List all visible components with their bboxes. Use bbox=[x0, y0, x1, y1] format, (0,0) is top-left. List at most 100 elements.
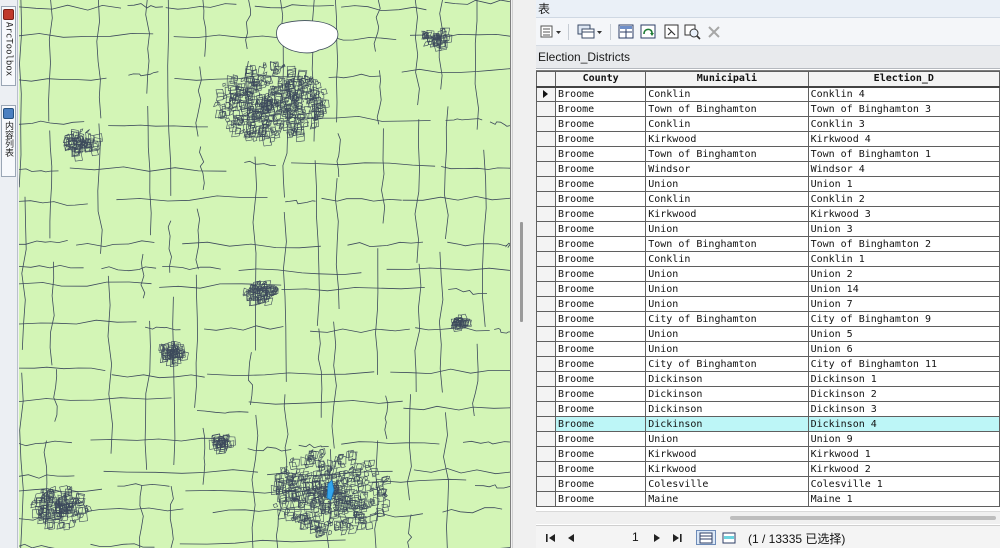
table-row[interactable]: Broome Union Union 9 bbox=[536, 431, 1000, 447]
county-cell[interactable]: Broome bbox=[555, 311, 647, 327]
municipali-cell[interactable]: Town of Binghamton bbox=[645, 146, 809, 162]
election-d-cell[interactable]: Union 1 bbox=[807, 176, 1000, 192]
election-d-cell[interactable]: Conklin 2 bbox=[807, 191, 1000, 207]
county-cell[interactable]: Broome bbox=[555, 131, 647, 147]
table-row[interactable]: Broome Maine Maine 1 bbox=[536, 491, 1000, 507]
municipali-cell[interactable]: Union bbox=[645, 176, 809, 192]
election-d-cell[interactable]: Union 6 bbox=[807, 341, 1000, 357]
row-selector[interactable] bbox=[536, 371, 557, 387]
county-cell[interactable]: Broome bbox=[555, 221, 647, 237]
county-cell[interactable]: Broome bbox=[555, 341, 647, 357]
municipali-cell[interactable]: Conklin bbox=[645, 251, 809, 267]
election-d-cell[interactable]: Kirkwood 4 bbox=[807, 131, 1000, 147]
municipali-cell[interactable]: Colesville bbox=[645, 476, 809, 492]
zoom-to-selected-button[interactable] bbox=[684, 23, 702, 40]
table-row[interactable]: Broome Conklin Conklin 1 bbox=[536, 251, 1000, 267]
column-header-municipali[interactable]: Municipali bbox=[645, 71, 809, 88]
horizontal-scrollbar[interactable] bbox=[536, 511, 1000, 524]
county-cell[interactable]: Broome bbox=[555, 191, 647, 207]
municipali-cell[interactable]: Dickinson bbox=[645, 416, 809, 432]
select-all-corner[interactable] bbox=[536, 71, 557, 88]
county-cell[interactable]: Broome bbox=[555, 251, 647, 267]
election-d-cell[interactable]: Union 14 bbox=[807, 281, 1000, 297]
current-record-number[interactable]: 1 bbox=[632, 530, 642, 544]
table-row[interactable]: Broome Kirkwood Kirkwood 1 bbox=[536, 446, 1000, 462]
election-d-cell[interactable]: Union 2 bbox=[807, 266, 1000, 282]
election-d-cell[interactable]: Colesville 1 bbox=[807, 476, 1000, 492]
table-row[interactable]: Broome Union Union 7 bbox=[536, 296, 1000, 312]
election-d-cell[interactable]: Union 9 bbox=[807, 431, 1000, 447]
election-d-cell[interactable]: Maine 1 bbox=[807, 491, 1000, 507]
election-d-cell[interactable]: Dickinson 4 bbox=[807, 416, 1000, 432]
municipali-cell[interactable]: Maine bbox=[645, 491, 809, 507]
municipali-cell[interactable]: Dickinson bbox=[645, 401, 809, 417]
table-row[interactable]: Broome Union Union 3 bbox=[536, 221, 1000, 237]
municipali-cell[interactable]: Union bbox=[645, 266, 809, 282]
election-d-cell[interactable]: City of Binghamton 11 bbox=[807, 356, 1000, 372]
related-tables-button[interactable] bbox=[576, 23, 604, 40]
election-d-cell[interactable]: Union 7 bbox=[807, 296, 1000, 312]
table-row[interactable]: Broome Conklin Conklin 3 bbox=[536, 116, 1000, 132]
table-row[interactable]: Broome Union Union 1 bbox=[536, 176, 1000, 192]
column-header-election-d[interactable]: Election_D bbox=[807, 71, 1000, 88]
row-selector[interactable] bbox=[536, 476, 557, 492]
table-row[interactable]: Broome Union Union 5 bbox=[536, 326, 1000, 342]
next-record-button[interactable] bbox=[650, 530, 664, 545]
row-selector[interactable] bbox=[536, 116, 557, 132]
table-row[interactable]: Broome Colesville Colesville 1 bbox=[536, 476, 1000, 492]
table-row[interactable]: Broome Conklin Conklin 2 bbox=[536, 191, 1000, 207]
county-cell[interactable]: Broome bbox=[555, 386, 647, 402]
table-row[interactable]: Broome Dickinson Dickinson 3 bbox=[536, 401, 1000, 417]
row-selector[interactable] bbox=[536, 491, 557, 507]
municipali-cell[interactable]: Union bbox=[645, 431, 809, 447]
table-row[interactable]: Broome Town of Binghamton Town of Binghamt… bbox=[536, 101, 1000, 117]
arctoolbox-tab[interactable]: ArcToolbox bbox=[1, 6, 16, 86]
municipali-cell[interactable]: Windsor bbox=[645, 161, 809, 177]
election-d-cell[interactable]: Windsor 4 bbox=[807, 161, 1000, 177]
municipali-cell[interactable]: City of Binghamton bbox=[645, 356, 809, 372]
first-record-button[interactable] bbox=[544, 530, 558, 545]
municipali-cell[interactable]: Town of Binghamton bbox=[645, 101, 809, 117]
county-cell[interactable]: Broome bbox=[555, 296, 647, 312]
table-row[interactable]: Broome Windsor Windsor 4 bbox=[536, 161, 1000, 177]
election-d-cell[interactable]: City of Binghamton 9 bbox=[807, 311, 1000, 327]
table-row[interactable]: Broome Dickinson Dickinson 4 bbox=[536, 416, 1000, 432]
table-row[interactable]: Broome Union Union 6 bbox=[536, 341, 1000, 357]
scrollbar-thumb[interactable] bbox=[730, 516, 996, 520]
county-cell[interactable]: Broome bbox=[555, 206, 647, 222]
row-selector[interactable] bbox=[536, 221, 557, 237]
row-selector[interactable] bbox=[536, 326, 557, 342]
clear-selection-button[interactable] bbox=[664, 23, 680, 40]
row-selector[interactable] bbox=[536, 296, 557, 312]
municipali-cell[interactable]: Union bbox=[645, 296, 809, 312]
switch-selection-button[interactable] bbox=[640, 23, 658, 40]
election-d-cell[interactable]: Union 5 bbox=[807, 326, 1000, 342]
county-cell[interactable]: Broome bbox=[555, 491, 647, 507]
municipali-cell[interactable]: Union bbox=[645, 341, 809, 357]
county-cell[interactable]: Broome bbox=[555, 326, 647, 342]
row-selector[interactable] bbox=[536, 236, 557, 252]
delete-selected-button[interactable] bbox=[706, 23, 722, 40]
county-cell[interactable]: Broome bbox=[555, 146, 647, 162]
row-selector[interactable] bbox=[536, 281, 557, 297]
county-cell[interactable]: Broome bbox=[555, 176, 647, 192]
select-by-attributes-button[interactable] bbox=[618, 23, 636, 40]
municipali-cell[interactable]: Conklin bbox=[645, 191, 809, 207]
table-row[interactable]: Broome Kirkwood Kirkwood 3 bbox=[536, 206, 1000, 222]
municipali-cell[interactable]: City of Binghamton bbox=[645, 311, 809, 327]
row-selector[interactable] bbox=[536, 266, 557, 282]
row-selector[interactable] bbox=[536, 191, 557, 207]
row-selector[interactable] bbox=[536, 341, 557, 357]
municipali-cell[interactable]: Kirkwood bbox=[645, 461, 809, 477]
table-row[interactable]: Broome Union Union 2 bbox=[536, 266, 1000, 282]
row-selector[interactable] bbox=[536, 131, 557, 147]
municipali-cell[interactable]: Conklin bbox=[645, 86, 809, 102]
row-selector[interactable] bbox=[536, 416, 557, 432]
municipali-cell[interactable]: Town of Binghamton bbox=[645, 236, 809, 252]
table-row[interactable]: Broome Town of Binghamton Town of Binghamt… bbox=[536, 146, 1000, 162]
county-cell[interactable]: Broome bbox=[555, 446, 647, 462]
municipali-cell[interactable]: Kirkwood bbox=[645, 131, 809, 147]
municipali-cell[interactable]: Dickinson bbox=[645, 371, 809, 387]
column-header-county[interactable]: County bbox=[555, 71, 647, 88]
county-cell[interactable]: Broome bbox=[555, 476, 647, 492]
